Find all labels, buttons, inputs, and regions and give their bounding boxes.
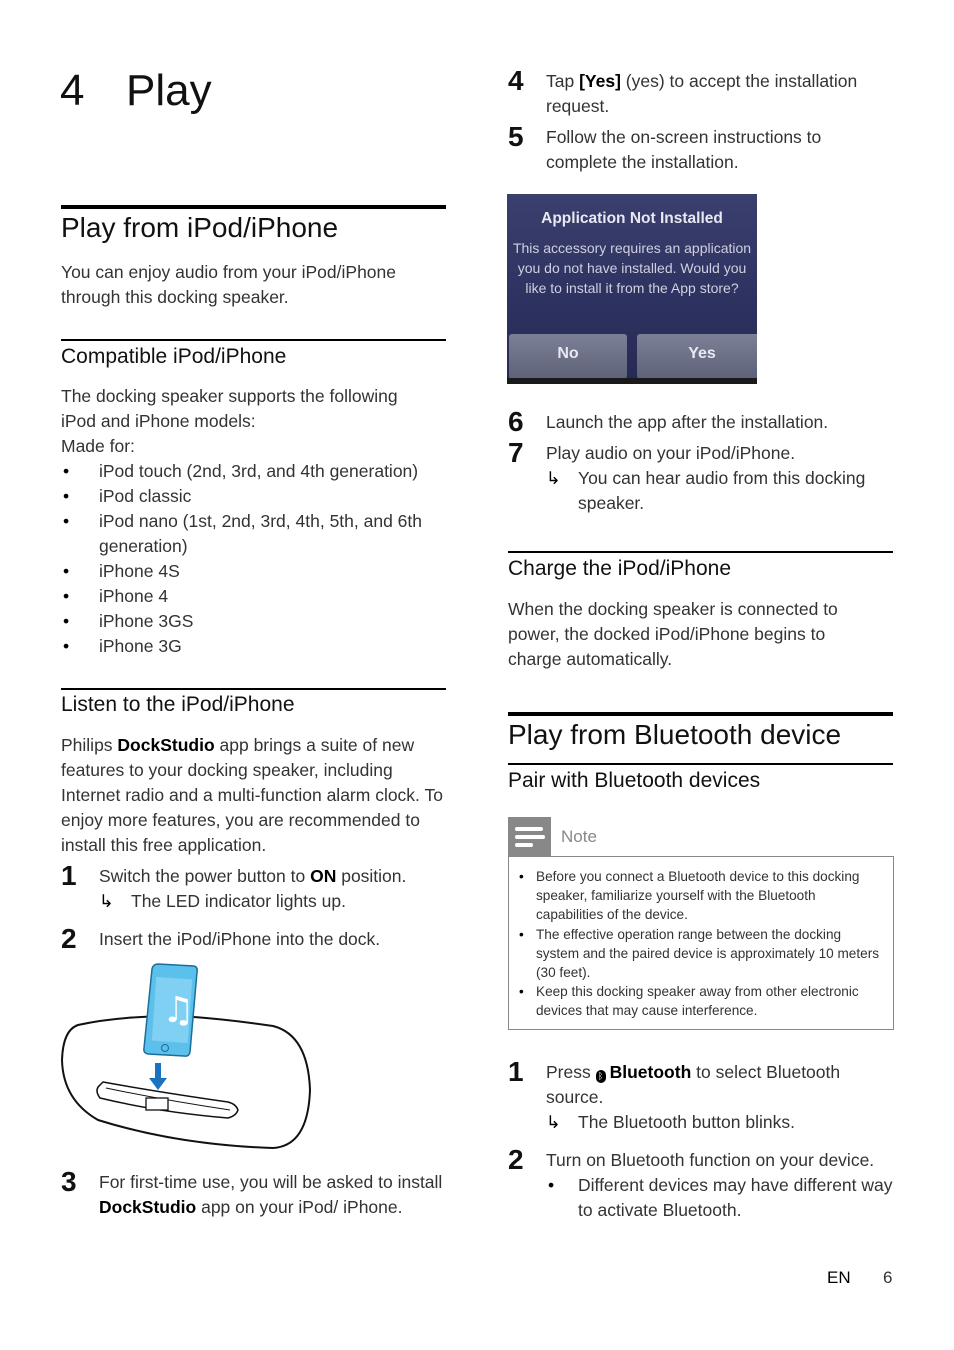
compatible-intro: The docking speaker supports the followi… (61, 386, 398, 431)
model-item: iPhone 4 (61, 584, 446, 609)
step-text: For first-time use, you will be asked to… (99, 1172, 443, 1192)
dialog-no-button: No (509, 334, 627, 379)
result-arrow-icon: ↳ (546, 468, 561, 488)
note-item: Before you connect a Bluetooth device to… (519, 867, 883, 925)
dialog-yes-button: Yes (637, 334, 757, 379)
subsection-rule (61, 688, 446, 690)
dock-illustration: ♫ (60, 963, 312, 1150)
step-text: position. (336, 866, 407, 886)
step-5: 5 Follow the on-screen instructions to c… (508, 121, 893, 175)
bt-step-1: 1 Press ᛒ Bluetooth to select Bluetooth s… (508, 1056, 898, 1135)
result-arrow-icon: ↳ (99, 891, 114, 911)
dock-connector (145, 1097, 169, 1111)
step-bold: Bluetooth (609, 1062, 692, 1082)
step-result: The Bluetooth button blinks. (578, 1112, 795, 1132)
model-item: iPhone 4S (61, 559, 446, 584)
model-item: iPod nano (1st, 2nd, 3rd, 4th, 5th, and … (61, 509, 446, 559)
chapter-number: 4 (60, 66, 85, 115)
step-text: Follow the on-screen instructions to com… (546, 127, 822, 172)
section-intro-ipod: You can enjoy audio from your iPod/iPhon… (61, 262, 396, 307)
step-number: 5 (508, 121, 524, 152)
subsection-title-pair: Pair with Bluetooth devices (508, 769, 761, 792)
step-4: 4 Tap [Yes] (yes) to accept the installa… (508, 65, 893, 119)
step-text: Launch the app after the installation. (546, 412, 829, 432)
step-7: 7 Play audio on your iPod/iPhone. ↳ You c… (508, 437, 893, 516)
step-bold: ON (310, 866, 337, 886)
section-title-bluetooth: Play from Bluetooth device (508, 719, 842, 750)
step-text: app on your iPod/ iPhone. (196, 1197, 403, 1217)
model-item: iPhone 3GS (61, 609, 446, 634)
section-title-ipod: Play from iPod/iPhone (61, 212, 339, 243)
install-dialog-screenshot: Application Not Installed This accessory… (507, 194, 757, 384)
step-text: Press (546, 1062, 596, 1082)
app-name: DockStudio (117, 735, 215, 755)
note-box: Before you connect a Bluetooth device to… (508, 856, 894, 1030)
subsection-rule (508, 551, 893, 553)
step-6: 6 Launch the app after the installation. (508, 406, 893, 437)
made-for-label: Made for: (61, 436, 135, 456)
step-3: 3 For first-time use, you will be asked … (61, 1166, 446, 1220)
music-note-icon: ♫ (162, 990, 194, 1031)
subsection-rule (61, 339, 446, 341)
step-number: 1 (508, 1056, 524, 1087)
step-number: 2 (508, 1144, 524, 1175)
compatible-models-list: iPod touch (2nd, 3rd, and 4th generation… (61, 459, 446, 659)
section-rule (61, 205, 446, 209)
note-item: Keep this docking speaker away from othe… (519, 982, 883, 1020)
step-1: 1 Switch the power button to ON position… (61, 860, 446, 914)
model-item: iPod touch (2nd, 3rd, and 4th generation… (61, 459, 446, 484)
step-number: 2 (61, 923, 77, 954)
step-result: The LED indicator lights up. (131, 891, 346, 911)
subsection-title-listen: Listen to the iPod/iPhone (61, 693, 295, 716)
step-number: 7 (508, 437, 524, 468)
step-text: Play audio on your iPod/iPhone. (546, 443, 796, 463)
dialog-message: This accessory requires an application y… (512, 240, 752, 296)
step-result: You can hear audio from this docking spe… (578, 468, 866, 513)
dialog-title: Application Not Installed (541, 210, 723, 227)
step-bold: DockStudio (99, 1197, 197, 1217)
model-item: iPhone 3G (61, 634, 446, 659)
step-text: Tap (546, 71, 580, 91)
model-item: iPod classic (61, 484, 446, 509)
footer-language: EN (827, 1268, 851, 1287)
subsection-title-compatible: Compatible iPod/iPhone (61, 345, 287, 368)
chapter-title: 4 Play (60, 66, 212, 116)
subsection-title-charge: Charge the iPod/iPhone (508, 557, 731, 580)
intro-text: Philips (61, 735, 118, 755)
step-number: 3 (61, 1166, 77, 1197)
step-text: Turn on Bluetooth function on your devic… (546, 1150, 875, 1170)
note-item: The effective operation range between th… (519, 925, 883, 983)
bluetooth-icon: ᛒ (595, 1070, 606, 1083)
subsection-rule (508, 763, 893, 765)
step-number: 6 (508, 406, 524, 437)
bullet-icon: • (548, 1175, 555, 1195)
step-number: 4 (508, 65, 524, 96)
note-label: Note (561, 827, 597, 846)
footer-page-number: 6 (883, 1268, 893, 1287)
step-bullet: Different devices may have different way… (578, 1175, 893, 1220)
bt-step-2: 2 Turn on Bluetooth function on your dev… (508, 1144, 898, 1223)
section-rule (508, 712, 893, 716)
result-arrow-icon: ↳ (546, 1112, 561, 1132)
chapter-name: Play (126, 66, 212, 115)
step-2: 2 Insert the iPod/iPhone into the dock. (61, 923, 446, 954)
step-bold: [Yes] (579, 71, 621, 91)
note-icon (508, 817, 551, 857)
listen-intro: Philips DockStudio app brings a suite of… (61, 733, 446, 858)
charge-text: When the docking speaker is connected to… (508, 599, 838, 669)
dialog-bottom-bar (507, 378, 757, 384)
step-text: Switch the power button to (99, 866, 311, 886)
step-number: 1 (61, 860, 77, 891)
phone-icon: ♫ (143, 963, 198, 1057)
step-text: Insert the iPod/iPhone into the dock. (99, 929, 381, 949)
